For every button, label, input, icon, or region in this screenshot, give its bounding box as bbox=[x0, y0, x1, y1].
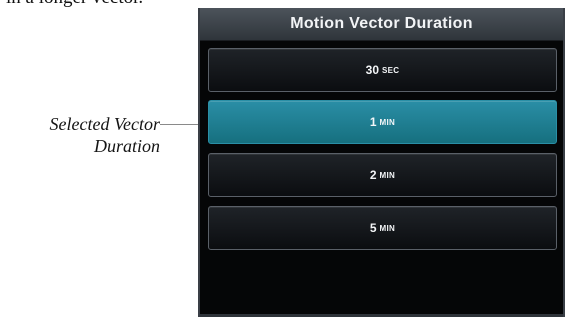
callout-label-line2: Duration bbox=[93, 136, 160, 156]
option-unit: SEC bbox=[382, 65, 400, 75]
option-30-sec-button[interactable]: 30 SEC bbox=[208, 48, 557, 92]
callout-label-line1: Selected Vector bbox=[49, 114, 160, 134]
callout-label: Selected Vector Duration bbox=[0, 113, 160, 157]
option-value: 1 bbox=[369, 115, 377, 129]
option-unit: MIN bbox=[379, 117, 396, 127]
manual-top-text: in a longer vector. bbox=[6, 0, 143, 9]
option-unit: MIN bbox=[379, 170, 396, 180]
option-value: 30 bbox=[365, 63, 379, 77]
option-value: 5 bbox=[369, 221, 377, 235]
option-unit: MIN bbox=[379, 223, 396, 233]
option-5-min-button[interactable]: 5 MIN bbox=[208, 206, 557, 250]
screen-title: Motion Vector Duration bbox=[200, 8, 563, 41]
option-2-min-button[interactable]: 2 MIN bbox=[208, 153, 557, 197]
motion-vector-duration-screen: Motion Vector Duration 30 SEC 1 MIN 2 MI… bbox=[198, 8, 565, 317]
option-value: 2 bbox=[369, 168, 377, 182]
option-1-min-button[interactable]: 1 MIN bbox=[208, 100, 557, 144]
